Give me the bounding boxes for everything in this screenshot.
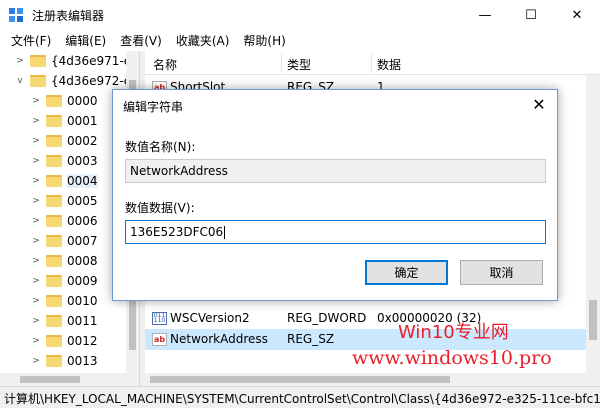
- title-bar: 注册表编辑器 — ☐ ✕: [0, 0, 600, 30]
- watermark-title: Win10专业网: [398, 322, 509, 343]
- maximize-button[interactable]: ☐: [508, 0, 554, 30]
- chevron-right-icon[interactable]: >: [30, 176, 42, 186]
- column-divider[interactable]: [371, 53, 372, 73]
- registry-editor-icon: [9, 8, 23, 22]
- chevron-right-icon[interactable]: >: [30, 156, 42, 166]
- menu-file[interactable]: 文件(F): [4, 30, 58, 50]
- list-horizontal-scroll-thumb[interactable]: [150, 376, 450, 383]
- menu-view[interactable]: 查看(V): [113, 30, 169, 50]
- folder-icon: [46, 215, 62, 227]
- tree-horizontal-scroll-thumb[interactable]: [20, 376, 80, 383]
- value-name-label: 数值名称(N):: [125, 140, 196, 154]
- tree-item[interactable]: > 0005: [30, 191, 97, 211]
- chevron-right-icon[interactable]: >: [30, 196, 42, 206]
- menu-edit[interactable]: 编辑(E): [58, 30, 113, 50]
- chevron-right-icon[interactable]: >: [30, 296, 42, 306]
- dialog-title: 编辑字符串: [123, 100, 184, 114]
- folder-icon: [46, 255, 62, 267]
- tree-item[interactable]: > 0009: [30, 271, 97, 291]
- folder-icon: [46, 135, 62, 147]
- menu-bar: 文件(F) 编辑(E) 查看(V) 收藏夹(A) 帮助(H): [0, 30, 600, 50]
- tree-item[interactable]: > {4d36e971-e: [14, 51, 131, 71]
- folder-icon: [46, 355, 62, 367]
- chevron-right-icon[interactable]: >: [30, 236, 42, 246]
- tree-item[interactable]: > 0013: [30, 351, 97, 371]
- ok-button[interactable]: 确定: [365, 260, 448, 285]
- tree-item[interactable]: > 0008: [30, 251, 97, 271]
- tree-item[interactable]: > 0010: [30, 291, 97, 311]
- folder-icon: [30, 75, 46, 87]
- folder-icon: [46, 295, 62, 307]
- folder-icon: [46, 115, 62, 127]
- column-name-header[interactable]: 名称: [153, 56, 177, 73]
- list-item[interactable]: 011 110 WSCVersion2 REG_DWORD 0x00000020 …: [145, 308, 586, 329]
- text-caret: [224, 226, 226, 239]
- folder-icon: [46, 275, 62, 287]
- tree-item[interactable]: > 0011: [30, 311, 97, 331]
- column-divider[interactable]: [281, 53, 282, 73]
- status-bar-path: 计算机\HKEY_LOCAL_MACHINE\SYSTEM\CurrentCon…: [0, 386, 600, 408]
- tree-item[interactable]: > 0002: [30, 131, 97, 151]
- tree-item[interactable]: > 0006: [30, 211, 97, 231]
- chevron-right-icon[interactable]: >: [30, 336, 42, 346]
- folder-icon: [46, 195, 62, 207]
- chevron-right-icon[interactable]: >: [30, 256, 42, 266]
- menu-favorites[interactable]: 收藏夹(A): [169, 30, 237, 50]
- chevron-right-icon[interactable]: >: [30, 316, 42, 326]
- value-data-label: 数值数据(V):: [125, 201, 195, 215]
- cancel-button[interactable]: 取消: [460, 260, 543, 285]
- value-data-text: 136E523DFC06: [130, 225, 224, 239]
- value-data-input[interactable]: 136E523DFC06: [125, 220, 546, 244]
- string-value-icon: ab: [152, 333, 167, 346]
- chevron-down-icon[interactable]: v: [14, 76, 26, 86]
- folder-icon: [46, 155, 62, 167]
- list-vertical-scroll-thumb[interactable]: [589, 300, 597, 340]
- dialog-close-button[interactable]: ✕: [527, 95, 551, 115]
- chevron-right-icon[interactable]: >: [30, 136, 42, 146]
- tree-item[interactable]: > 0001: [30, 111, 97, 131]
- minimize-button[interactable]: —: [462, 0, 508, 30]
- binary-value-icon: 011 110: [152, 312, 167, 325]
- chevron-right-icon[interactable]: >: [30, 116, 42, 126]
- list-header: 名称 类型 数据: [145, 51, 600, 75]
- folder-icon: [46, 335, 62, 347]
- chevron-right-icon[interactable]: >: [30, 276, 42, 286]
- chevron-right-icon[interactable]: >: [14, 56, 26, 66]
- close-button[interactable]: ✕: [554, 0, 600, 30]
- folder-icon: [46, 95, 62, 107]
- folder-icon: [46, 175, 62, 187]
- column-type-header[interactable]: 类型: [287, 56, 311, 73]
- tree-item[interactable]: > 0007: [30, 231, 97, 251]
- tree-item[interactable]: > 0012: [30, 331, 97, 351]
- edit-string-dialog: 编辑字符串 ✕ 数值名称(N): NetworkAddress 数值数据(V):…: [112, 89, 558, 301]
- tree-item[interactable]: > 0000: [30, 91, 97, 111]
- value-name-field[interactable]: NetworkAddress: [125, 159, 546, 183]
- tree-item-selected[interactable]: > 0004: [30, 171, 98, 191]
- watermark-url: www.windows10.pro: [352, 347, 552, 369]
- chevron-right-icon[interactable]: >: [30, 96, 42, 106]
- tree-item[interactable]: > 0003: [30, 151, 97, 171]
- folder-icon: [46, 315, 62, 327]
- chevron-right-icon[interactable]: >: [30, 216, 42, 226]
- folder-icon: [46, 235, 62, 247]
- chevron-right-icon[interactable]: >: [30, 356, 42, 366]
- tree-item[interactable]: v {4d36e972-e: [14, 71, 131, 91]
- menu-help[interactable]: 帮助(H): [236, 30, 292, 50]
- folder-icon: [30, 55, 46, 67]
- window-title: 注册表编辑器: [32, 9, 105, 23]
- column-data-header[interactable]: 数据: [377, 56, 401, 73]
